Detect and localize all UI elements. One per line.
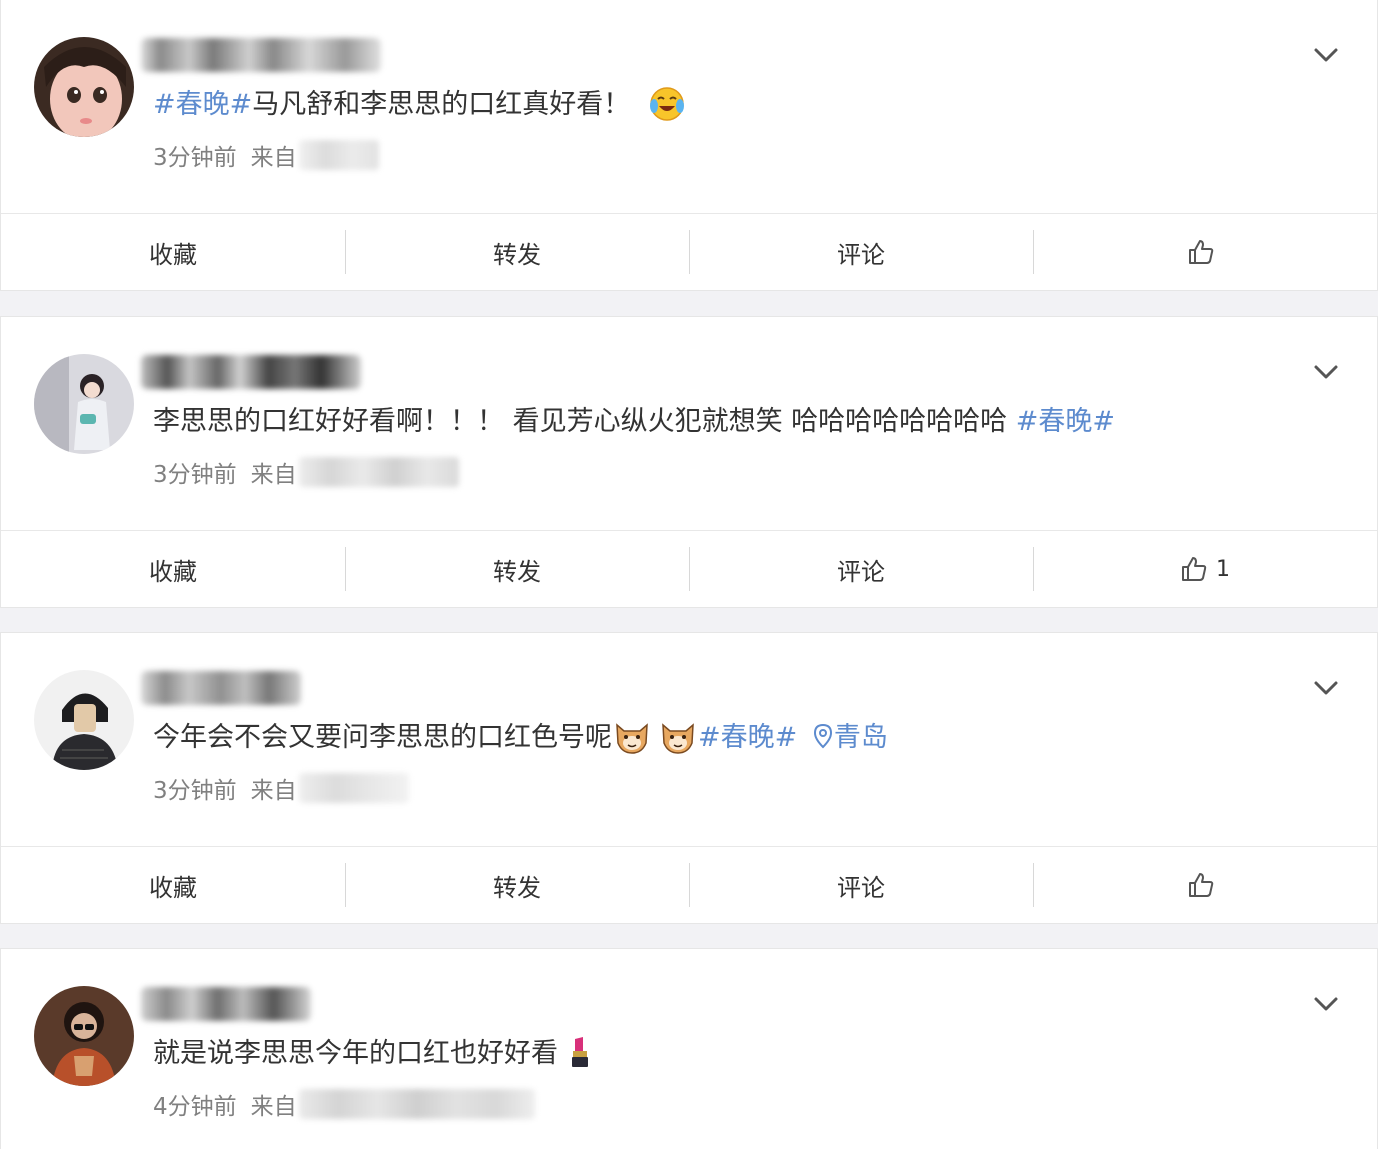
action-bar: 收藏 转发 评论	[1, 846, 1377, 923]
username-blurred[interactable]	[141, 987, 311, 1021]
chevron-down-icon[interactable]	[1311, 40, 1341, 70]
like-button[interactable]: 1	[1033, 531, 1377, 607]
favorite-button[interactable]: 收藏	[1, 531, 345, 607]
comment-card: 就是说李思思今年的口红也好好看 4分钟前 来自	[0, 948, 1378, 1149]
comment-text: 李思思的口红好好看啊！！！ 看见芳心纵火犯就想笑 哈哈哈哈哈哈哈哈 #春晚#	[153, 401, 1115, 443]
timestamp: 3分钟前	[153, 778, 237, 804]
comment-card: 今年会不会又要问李思思的口红色号呢 #春晚# 青岛 3分钟前 来自 收藏 转发 …	[0, 632, 1378, 924]
topic-tag[interactable]: #春晚#	[153, 89, 252, 120]
comment-card: 李思思的口红好好看啊！！！ 看见芳心纵火犯就想笑 哈哈哈哈哈哈哈哈 #春晚# 3…	[0, 316, 1378, 608]
location-text: 青岛	[833, 722, 888, 753]
username-blurred[interactable]	[141, 671, 301, 705]
username-blurred[interactable]	[141, 38, 381, 72]
cat-face-emoji-icon	[662, 722, 694, 754]
thumbs-up-icon	[1189, 240, 1214, 264]
action-bar: 收藏 转发 评论	[1, 213, 1377, 290]
repost-button[interactable]: 转发	[345, 847, 689, 923]
source-label: 来自	[250, 145, 297, 171]
location-link[interactable]: 青岛	[812, 722, 888, 753]
comment-button[interactable]: 评论	[689, 214, 1033, 290]
source-label: 来自	[250, 462, 297, 488]
cat-face-emoji-icon	[616, 722, 648, 754]
comment-card: #春晚#马凡舒和李思思的口红真好看！ 3分钟前 来自 收藏 转发 评论	[0, 0, 1378, 291]
comment-button[interactable]: 评论	[689, 531, 1033, 607]
avatar[interactable]	[34, 986, 134, 1086]
comment-body: 就是说李思思今年的口红也好好看	[153, 1038, 558, 1069]
chevron-down-icon[interactable]	[1311, 673, 1341, 703]
comment-button[interactable]: 评论	[689, 847, 1033, 923]
comment-meta: 3分钟前 来自	[153, 771, 409, 805]
lipstick-emoji-icon	[571, 1036, 588, 1067]
source-blurred[interactable]	[298, 457, 459, 487]
topic-tag[interactable]: #春晚#	[698, 722, 797, 753]
source-blurred[interactable]	[298, 140, 379, 170]
repost-button[interactable]: 转发	[345, 531, 689, 607]
source-blurred[interactable]	[298, 773, 409, 803]
thumbs-up-icon	[1182, 557, 1207, 581]
like-button[interactable]	[1033, 214, 1377, 290]
comment-body: 马凡舒和李思思的口红真好看！	[252, 89, 631, 120]
repost-button[interactable]: 转发	[345, 214, 689, 290]
action-bar: 收藏 转发 评论 1	[1, 530, 1377, 607]
comment-meta: 4分钟前 来自	[153, 1087, 535, 1121]
tears-of-joy-emoji-icon	[649, 86, 684, 121]
chevron-down-icon[interactable]	[1311, 357, 1341, 387]
favorite-button[interactable]: 收藏	[1, 214, 345, 290]
favorite-button[interactable]: 收藏	[1, 847, 345, 923]
comment-text: 今年会不会又要问李思思的口红色号呢 #春晚# 青岛	[153, 717, 888, 759]
source-blurred[interactable]	[298, 1089, 535, 1119]
timestamp: 3分钟前	[153, 462, 237, 488]
comment-text: #春晚#马凡舒和李思思的口红真好看！	[153, 84, 687, 126]
source-label: 来自	[250, 1094, 297, 1120]
like-count: 1	[1216, 556, 1230, 582]
topic-tag[interactable]: #春晚#	[1016, 406, 1115, 437]
comment-meta: 3分钟前 来自	[153, 455, 459, 489]
thumbs-up-icon	[1189, 873, 1214, 897]
avatar[interactable]	[34, 354, 134, 454]
comment-body: 李思思的口红好好看啊！！！ 看见芳心纵火犯就想笑 哈哈哈哈哈哈哈哈	[153, 406, 1016, 437]
timestamp: 4分钟前	[153, 1094, 237, 1120]
source-label: 来自	[250, 778, 297, 804]
avatar[interactable]	[34, 37, 134, 137]
comment-body: 今年会不会又要问李思思的口红色号呢	[153, 722, 612, 753]
timestamp: 3分钟前	[153, 145, 237, 171]
comment-text: 就是说李思思今年的口红也好好看	[153, 1033, 593, 1075]
like-button[interactable]	[1033, 847, 1377, 923]
username-blurred[interactable]	[141, 355, 361, 389]
avatar[interactable]	[34, 670, 134, 770]
chevron-down-icon[interactable]	[1311, 989, 1341, 1019]
location-pin-icon	[813, 723, 832, 748]
comment-meta: 3分钟前 来自	[153, 138, 379, 172]
